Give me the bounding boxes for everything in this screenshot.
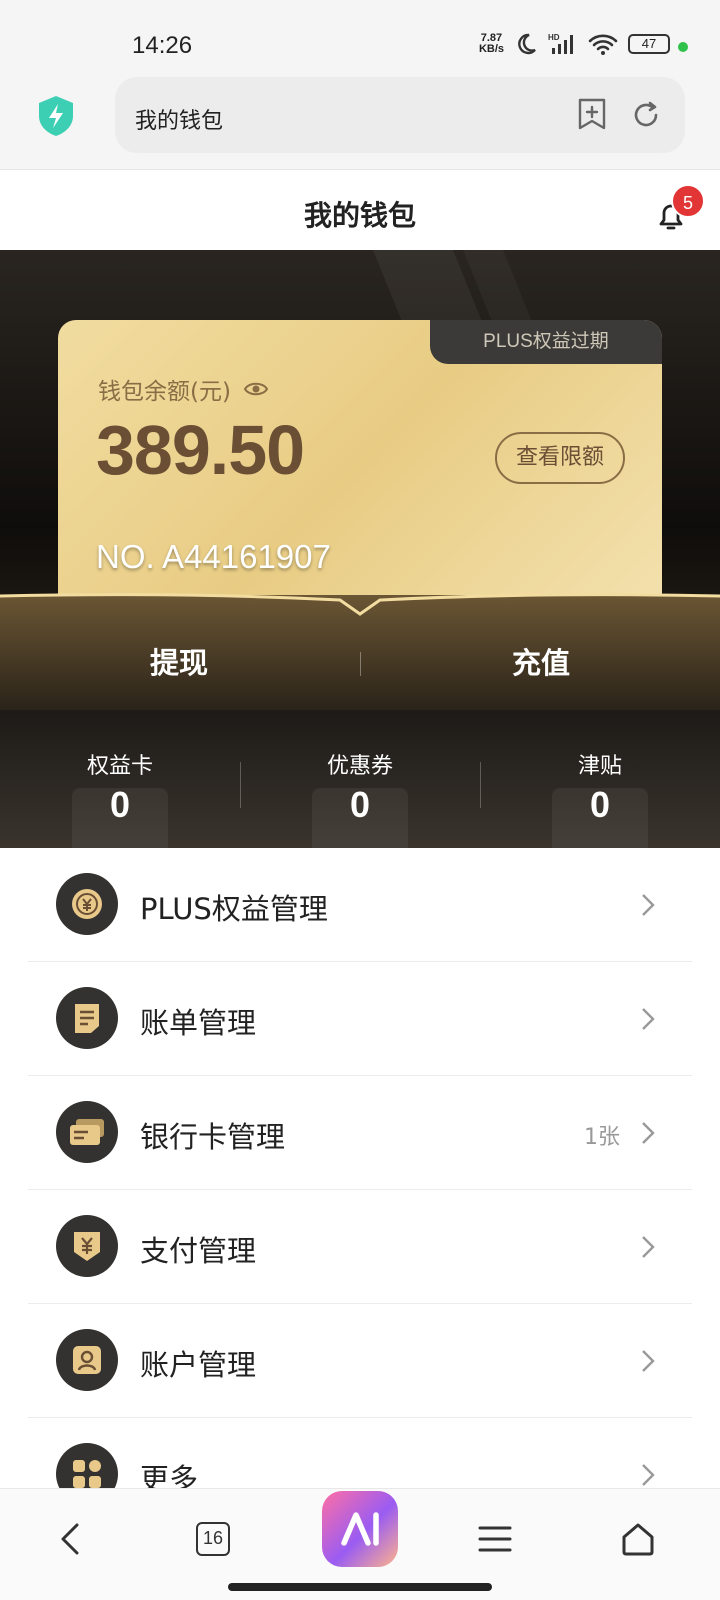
- chevron-right-icon: [642, 1008, 655, 1030]
- stat-value: 0: [589, 784, 611, 825]
- eye-icon[interactable]: [243, 380, 269, 398]
- chevron-right-icon: [642, 1122, 655, 1144]
- user-card-icon: [56, 1329, 118, 1391]
- ai-assistant-button[interactable]: [322, 1491, 398, 1567]
- wallet-hero: PLUS权益过期 钱包余额(元) 389.50 查看限额 NO. A441619…: [0, 250, 720, 710]
- chevron-left-icon: [61, 1523, 79, 1555]
- privacy-dot: [678, 42, 688, 52]
- browser-toolbar: 我的钱包: [0, 72, 720, 170]
- menu-item-label: 银行卡管理: [140, 1120, 286, 1154]
- stat-allowance[interactable]: 津贴 0: [480, 710, 720, 848]
- refresh-icon[interactable]: [630, 99, 662, 131]
- svg-text:HD: HD: [548, 33, 560, 42]
- card-number: NO. A44161907: [96, 538, 331, 575]
- menu-button[interactable]: [465, 1509, 525, 1569]
- withdraw-button[interactable]: 提现: [150, 640, 208, 682]
- signal-icon: HD: [548, 33, 573, 54]
- page-title: 我的钱包: [303, 199, 416, 232]
- menu-item-plus-benefits[interactable]: PLUS权益管理: [0, 848, 720, 962]
- menu-item-label: PLUS权益管理: [140, 892, 328, 926]
- recharge-button[interactable]: 充值: [512, 640, 570, 682]
- battery-indicator: 47: [628, 34, 670, 54]
- menu-item-bank-cards[interactable]: 银行卡管理 1张: [0, 1076, 720, 1190]
- address-text[interactable]: 我的钱包: [135, 103, 223, 135]
- tabs-button[interactable]: 16: [183, 1509, 243, 1569]
- shield-icon[interactable]: [36, 94, 76, 138]
- menu-item-label: 支付管理: [140, 1234, 257, 1268]
- yuan-shield-icon: [56, 1215, 118, 1277]
- moon-icon: [518, 33, 536, 55]
- benefit-stats: 权益卡 0 优惠券 0 津贴 0: [0, 710, 720, 848]
- home-icon: [622, 1523, 654, 1556]
- status-icons: 7.87 KB/s HD 47: [479, 32, 670, 56]
- home-button[interactable]: [608, 1509, 668, 1569]
- stat-label: 津贴: [577, 754, 622, 779]
- view-limit-button[interactable]: 查看限额: [495, 432, 625, 484]
- bottom-navigation: 16: [0, 1488, 720, 1600]
- stat-label: 权益卡: [86, 754, 153, 779]
- menu-icon: [478, 1526, 512, 1552]
- wifi-icon: [588, 34, 618, 55]
- address-bar[interactable]: 我的钱包: [115, 77, 685, 153]
- balance-amount: 389.50: [96, 411, 305, 489]
- bill-icon: [56, 987, 118, 1049]
- status-time: 14:26: [132, 32, 193, 59]
- bookmark-add-icon[interactable]: [577, 97, 607, 131]
- bank-card-count: 1张: [584, 1125, 620, 1150]
- notification-badge: 5: [671, 184, 705, 218]
- page-header: 我的钱包 5: [0, 170, 720, 250]
- gesture-bar[interactable]: [228, 1583, 492, 1591]
- network-speed: 7.87 KB/s: [479, 33, 504, 55]
- menu-item-bills[interactable]: 账单管理: [0, 962, 720, 1076]
- chevron-right-icon: [642, 1236, 655, 1258]
- wallet-menu: PLUS权益管理 账单管理 银行卡管理 1张 支付管理 账户管理 更多: [0, 848, 720, 1532]
- back-button[interactable]: [40, 1509, 100, 1569]
- ai-logo-icon: [341, 1512, 379, 1546]
- menu-item-account[interactable]: 账户管理: [0, 1304, 720, 1418]
- bank-card-icon: [56, 1101, 118, 1163]
- stat-label: 优惠券: [326, 754, 393, 779]
- coin-icon: [56, 873, 118, 935]
- stat-value: 0: [349, 784, 371, 825]
- chevron-right-icon: [642, 1350, 655, 1372]
- action-divider: [360, 652, 361, 676]
- stat-value: 0: [109, 784, 131, 825]
- balance-label: 钱包余额(元): [98, 379, 231, 405]
- status-bar: 14:26 7.87 KB/s HD 47: [0, 0, 720, 72]
- menu-item-label: 账户管理: [140, 1348, 257, 1382]
- tab-count: 16: [196, 1522, 230, 1556]
- stat-benefit-card[interactable]: 权益卡 0: [0, 710, 240, 848]
- network-speed-unit: KB/s: [478, 43, 504, 55]
- plus-status-tab[interactable]: PLUS权益过期: [430, 320, 662, 364]
- menu-item-payment[interactable]: 支付管理: [0, 1190, 720, 1304]
- chevron-right-icon: [642, 1464, 655, 1486]
- menu-item-label: 账单管理: [140, 1006, 257, 1040]
- pocket-edge: [0, 593, 720, 616]
- chevron-right-icon: [642, 894, 655, 916]
- stat-coupon[interactable]: 优惠券 0: [240, 710, 480, 848]
- balance-label-row: 钱包余额(元): [98, 372, 269, 406]
